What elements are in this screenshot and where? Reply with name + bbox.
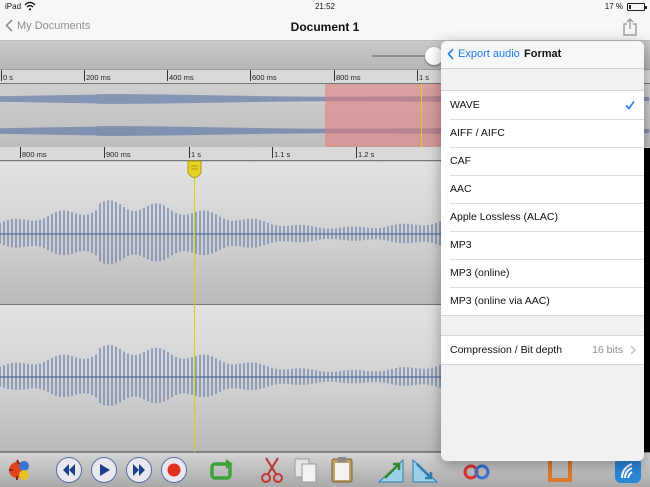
format-option-aac[interactable]: AAC	[441, 175, 644, 203]
record-icon[interactable]	[160, 456, 188, 484]
format-option-alac[interactable]: Apple Lossless (ALAC)	[441, 203, 644, 231]
export-audio-back-button[interactable]: Export audio	[447, 48, 520, 60]
format-label: WAVE	[450, 99, 480, 111]
popover-header: Export audio Format	[441, 41, 644, 69]
overview-tick: 200 ms	[84, 70, 111, 82]
effects-icon[interactable]	[5, 456, 33, 484]
format-label: AAC	[450, 183, 472, 195]
chevron-left-icon	[447, 48, 454, 60]
detail-tick: 900 ms	[104, 147, 131, 159]
detail-tick: 800 ms	[20, 147, 47, 159]
battery-fill	[629, 5, 631, 9]
compression-group: Compression / Bit depth 16 bits	[441, 335, 644, 365]
status-bar: iPad 21:52 17 %	[0, 0, 650, 14]
overview-playhead	[421, 84, 422, 147]
document-title: Document 1	[290, 20, 360, 34]
paste-icon[interactable]	[328, 456, 356, 484]
export-format-popover: Export audio Format WAVE AIFF / AIFC CAF…	[441, 41, 644, 461]
popover-title: Format	[524, 48, 562, 60]
overview-tick: 1 s	[416, 70, 430, 82]
right-edge-meter	[644, 148, 650, 452]
clock: 21:52	[314, 2, 336, 11]
battery-percent: 17 %	[604, 2, 623, 11]
format-option-mp3-online[interactable]: MP3 (online)	[441, 259, 644, 287]
detail-tick: 1 s	[188, 147, 202, 159]
format-option-caf[interactable]: CAF	[441, 147, 644, 175]
playhead-line	[194, 162, 195, 452]
copy-icon[interactable]	[292, 456, 320, 484]
compression-row[interactable]: Compression / Bit depth 16 bits	[441, 336, 644, 364]
fade-out-icon[interactable]	[411, 456, 439, 484]
battery-icon	[627, 3, 647, 11]
format-option-mp3-online-aac[interactable]: MP3 (online via AAC)	[441, 287, 644, 315]
format-label: CAF	[450, 155, 471, 167]
overview-tick: 600 ms	[250, 70, 277, 82]
play-icon[interactable]	[90, 456, 118, 484]
navigation-bar: My Documents Document 1	[0, 14, 650, 41]
zoom-slider-track[interactable]	[372, 55, 432, 57]
format-label: Apple Lossless (ALAC)	[450, 211, 558, 223]
format-label: MP3 (online)	[450, 267, 510, 279]
format-label: MP3 (online via AAC)	[450, 295, 550, 307]
app-root: iPad 21:52 17 % My Documents Document 1 …	[0, 0, 650, 487]
format-list: WAVE AIFF / AIFC CAF AAC Apple Lossless …	[441, 90, 644, 316]
overview-tick: 0 s	[0, 70, 14, 82]
detail-tick: 1.2 s	[355, 147, 375, 159]
format-label: MP3	[450, 239, 472, 251]
format-option-wave[interactable]: WAVE	[441, 91, 644, 119]
rewind-icon[interactable]	[55, 456, 83, 484]
chevron-right-icon	[630, 345, 636, 355]
format-label: AIFF / AIFC	[450, 127, 505, 139]
format-option-aiff[interactable]: AIFF / AIFC	[441, 119, 644, 147]
share-icon[interactable]	[622, 18, 638, 36]
compression-label: Compression / Bit depth	[450, 344, 563, 356]
loop-icon[interactable]	[208, 456, 236, 484]
overview-tick: 800 ms	[334, 70, 361, 82]
checkmark-icon	[625, 101, 635, 110]
cut-icon[interactable]	[258, 456, 286, 484]
playhead-handle[interactable]	[186, 160, 203, 181]
format-option-mp3[interactable]: MP3	[441, 231, 644, 259]
detail-tick: 1.1 s	[271, 147, 291, 159]
fade-in-icon[interactable]	[377, 456, 405, 484]
back-label: Export audio	[458, 48, 520, 60]
fast-forward-icon[interactable]	[125, 456, 153, 484]
compression-value: 16 bits	[592, 344, 623, 356]
overview-tick: 400 ms	[167, 70, 194, 82]
